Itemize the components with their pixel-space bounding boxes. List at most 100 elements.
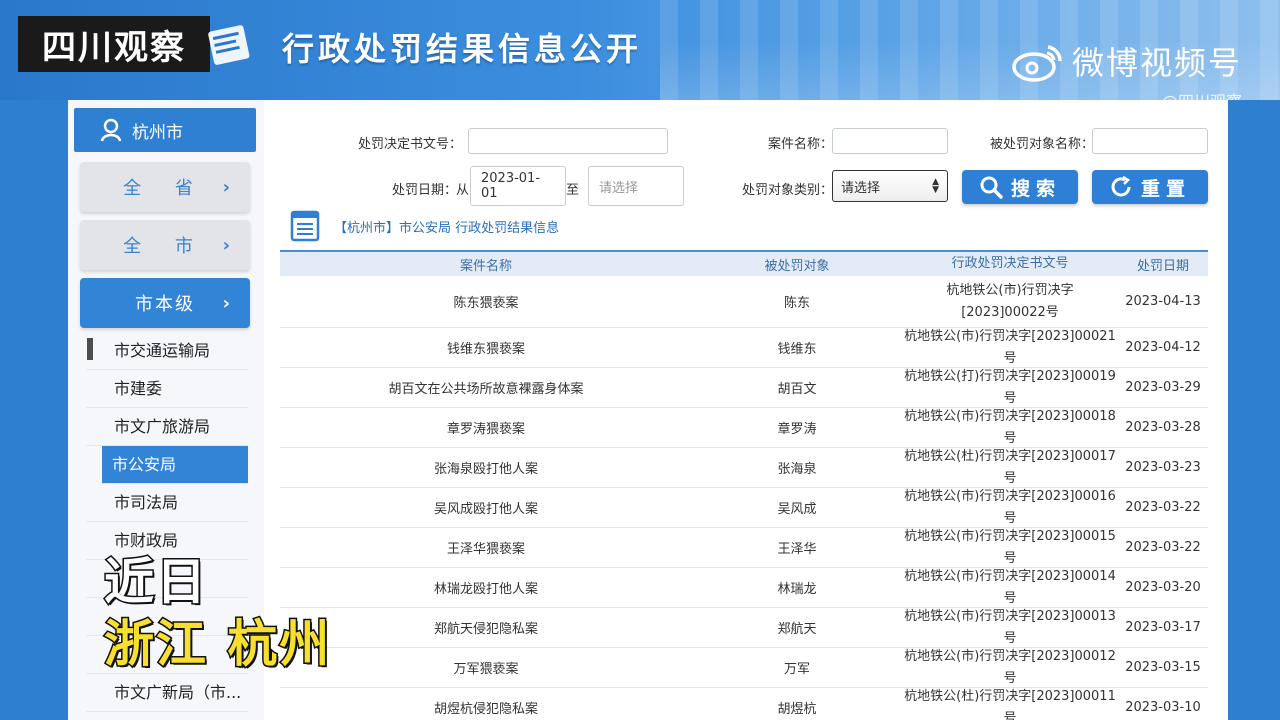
cell-date: 2023-04-13 bbox=[1125, 294, 1201, 309]
cell-case-name[interactable]: 郑航天侵犯隐私案 bbox=[280, 618, 692, 637]
nav-province-label: 全 省 bbox=[123, 178, 207, 199]
platform-watermark: 微博视频号 bbox=[1010, 38, 1242, 84]
header-banner: 四川观察 行政处罚结果信息公开 微博视频号 @四川观察 bbox=[0, 0, 1280, 100]
nav-city-label: 全 市 bbox=[123, 236, 207, 257]
cell-date: 2023-04-12 bbox=[1125, 340, 1201, 355]
cell-doc-no: 杭地铁公(市)行罚决字[2023]00022号 bbox=[946, 282, 1074, 320]
search-button[interactable]: 搜索 bbox=[962, 170, 1078, 204]
platform-name: 微博视频号 bbox=[1071, 44, 1242, 82]
cell-date: 2023-03-29 bbox=[1125, 380, 1201, 395]
cell-target: 吴风成 bbox=[777, 502, 817, 517]
sidebar-item-press[interactable]: 市文广新局（市... bbox=[86, 674, 248, 712]
cell-target: 陈东 bbox=[783, 296, 810, 311]
nav-city-button[interactable]: 全 市 › bbox=[80, 220, 250, 270]
caption-line-2: 浙江 杭州 bbox=[102, 614, 332, 675]
table-row[interactable]: 吴风成殴打他人案 吴风成 杭地铁公(市)行罚决字[2023]00016号 2023-0… bbox=[280, 488, 1208, 528]
cell-target: 林瑞龙 bbox=[777, 582, 817, 597]
cell-case-name[interactable]: 张海泉殴打他人案 bbox=[280, 458, 692, 477]
cell-date: 2023-03-15 bbox=[1125, 660, 1201, 675]
cell-doc-no: 杭地铁公(市)行罚决字[2023]00014号 bbox=[904, 568, 1116, 606]
cell-target: 章罗涛 bbox=[777, 422, 817, 437]
cell-doc-no: 杭地铁公(市)行罚决字[2023]00018号 bbox=[904, 408, 1116, 446]
sidebar-item-public-security[interactable]: 市公安局 bbox=[102, 446, 248, 484]
target-type-value: 请选择 bbox=[841, 180, 881, 196]
doc-no-input[interactable] bbox=[468, 128, 668, 154]
cell-case-name[interactable]: 胡煜杭侵犯隐私案 bbox=[280, 698, 692, 717]
table-row[interactable]: 张海泉殴打他人案 张海泉 杭地铁公(杜)行罚决字[2023]00017号 2023-0… bbox=[280, 448, 1208, 488]
table-row[interactable]: 林瑞龙殴打他人案 林瑞龙 杭地铁公(市)行罚决字[2023]00014号 2023-0… bbox=[280, 568, 1208, 608]
table-row[interactable]: 王泽华猥亵案 王泽华 杭地铁公(市)行罚决字[2023]00015号 2023-03-… bbox=[280, 528, 1208, 568]
cell-case-name[interactable]: 林瑞龙殴打他人案 bbox=[280, 578, 692, 597]
header-case-name: 案件名称 bbox=[459, 258, 512, 274]
header-target: 被处罚对象 bbox=[764, 258, 830, 274]
cell-case-name[interactable]: 万军猥亵案 bbox=[280, 658, 692, 677]
cell-case-name[interactable]: 吴风成殴打他人案 bbox=[280, 498, 692, 517]
cell-target: 张海泉 bbox=[777, 462, 817, 477]
target-name-input[interactable] bbox=[1092, 128, 1208, 154]
table-body: 陈东猥亵案 陈东 杭地铁公(市)行罚决字[2023]00022号 2023-04-13… bbox=[280, 276, 1208, 720]
cell-doc-no: 杭地铁公(市)行罚决字[2023]00015号 bbox=[904, 528, 1116, 566]
cell-date: 2023-03-22 bbox=[1125, 500, 1201, 515]
table-row[interactable]: 万军猥亵案 万军 杭地铁公(市)行罚决字[2023]00012号 2023-03-15 bbox=[280, 648, 1208, 688]
date-to-word: 至 bbox=[566, 183, 580, 198]
cell-case-name[interactable]: 胡百文在公共场所故意裸露身体案 bbox=[280, 378, 692, 397]
cell-case-name[interactable]: 王泽华猥亵案 bbox=[280, 538, 692, 557]
nav-municipal-button[interactable]: 市本级 › bbox=[80, 278, 250, 328]
table-row[interactable]: 陈东猥亵案 陈东 杭地铁公(市)行罚决字[2023]00022号 2023-04-13 bbox=[280, 276, 1208, 328]
sidebar-item-transport[interactable]: 市交通运输局 bbox=[86, 332, 248, 370]
header-date: 处罚日期 bbox=[1136, 258, 1189, 274]
nav-province-button[interactable]: 全 省 › bbox=[80, 162, 250, 212]
chevron-right-icon: › bbox=[222, 292, 230, 314]
cell-date: 2023-03-22 bbox=[1125, 540, 1201, 555]
table-row[interactable]: 郑航天侵犯隐私案 郑航天 杭地铁公(市)行罚决字[2023]00013号 2023-0… bbox=[280, 608, 1208, 648]
document-list-icon bbox=[290, 210, 320, 242]
user-location-icon bbox=[100, 118, 122, 142]
table-row[interactable]: 胡百文在公共场所故意裸露身体案 胡百文 杭地铁公(打)行罚决字[2023]00019… bbox=[280, 368, 1208, 408]
book-icon bbox=[208, 25, 250, 65]
city-label: 杭州市 bbox=[132, 122, 183, 143]
sidebar-item-justice[interactable]: 市司法局 bbox=[86, 484, 248, 522]
table-row[interactable]: 钱维东猥亵案 钱维东 杭地铁公(市)行罚决字[2023]00021号 2023-04-… bbox=[280, 328, 1208, 368]
city-selector[interactable]: 杭州市 bbox=[74, 108, 256, 152]
weibo-icon bbox=[1012, 45, 1062, 82]
case-name-input[interactable] bbox=[832, 128, 948, 154]
table-row[interactable]: 章罗涛猥亵案 章罗涛 杭地铁公(市)行罚决字[2023]00018号 2023-03-… bbox=[280, 408, 1208, 448]
cell-doc-no: 杭地铁公(市)行罚决字[2023]00021号 bbox=[904, 328, 1116, 366]
table-row[interactable]: 胡煜杭侵犯隐私案 胡煜杭 杭地铁公(杜)行罚决字[2023]00011号 2023-0… bbox=[280, 688, 1208, 720]
site-title: 行政处罚结果信息公开 bbox=[282, 30, 643, 68]
cell-doc-no: 杭地铁公(市)行罚决字[2023]00013号 bbox=[904, 608, 1116, 646]
search-label: 搜索 bbox=[1010, 177, 1061, 200]
cell-case-name[interactable]: 钱维东猥亵案 bbox=[280, 338, 692, 357]
cell-date: 2023-03-17 bbox=[1125, 620, 1201, 635]
target-type-select[interactable]: 请选择 ▲ ▼ bbox=[832, 170, 948, 202]
chevron-right-icon: › bbox=[222, 176, 230, 198]
date-from-input[interactable]: 2023-01-01 bbox=[470, 166, 566, 206]
cell-date: 2023-03-10 bbox=[1125, 700, 1201, 715]
cell-doc-no: 杭地铁公(市)行罚决字[2023]00016号 bbox=[904, 488, 1116, 526]
search-icon bbox=[980, 176, 1003, 199]
breadcrumb-text: 【杭州市】市公安局 行政处罚结果信息 bbox=[334, 220, 560, 236]
cell-target: 钱维东 bbox=[777, 342, 817, 357]
date-from-word: 从 bbox=[456, 183, 470, 198]
cell-case-name[interactable]: 章罗涛猥亵案 bbox=[280, 418, 692, 437]
sidebar-item-construction[interactable]: 市建委 bbox=[86, 370, 248, 408]
cell-date: 2023-03-28 bbox=[1125, 420, 1201, 435]
cell-target: 万军 bbox=[783, 662, 810, 677]
date-to-input[interactable]: 请选择 bbox=[588, 166, 684, 206]
cell-doc-no: 杭地铁公(打)行罚决字[2023]00019号 bbox=[904, 368, 1116, 406]
cell-case-name[interactable]: 陈东猥亵案 bbox=[280, 292, 692, 311]
results-table: 案件名称 被处罚对象 行政处罚决定书文号 处罚日期 陈东猥亵案 陈东 杭地铁公(市)… bbox=[280, 250, 1208, 720]
case-name-label: 案件名称： bbox=[768, 137, 834, 152]
channel-handle: @四川观察 bbox=[1162, 88, 1242, 100]
header-doc-no: 行政处罚决定书文号 bbox=[951, 256, 1069, 271]
cell-date: 2023-03-23 bbox=[1125, 460, 1201, 475]
sidebar-item-culture-tourism[interactable]: 市文广旅游局 bbox=[86, 408, 248, 446]
doc-no-label: 处罚决定书文号： bbox=[358, 137, 463, 152]
cell-doc-no: 杭地铁公(杜)行罚决字[2023]00011号 bbox=[904, 688, 1116, 720]
date-label: 处罚日期： bbox=[392, 183, 458, 198]
table-header: 案件名称 被处罚对象 行政处罚决定书文号 处罚日期 bbox=[280, 250, 1208, 276]
cell-target: 王泽华 bbox=[777, 542, 817, 557]
reset-button[interactable]: 重置 bbox=[1092, 170, 1208, 204]
scroll-marker bbox=[87, 338, 93, 360]
chevron-right-icon: › bbox=[222, 234, 230, 256]
